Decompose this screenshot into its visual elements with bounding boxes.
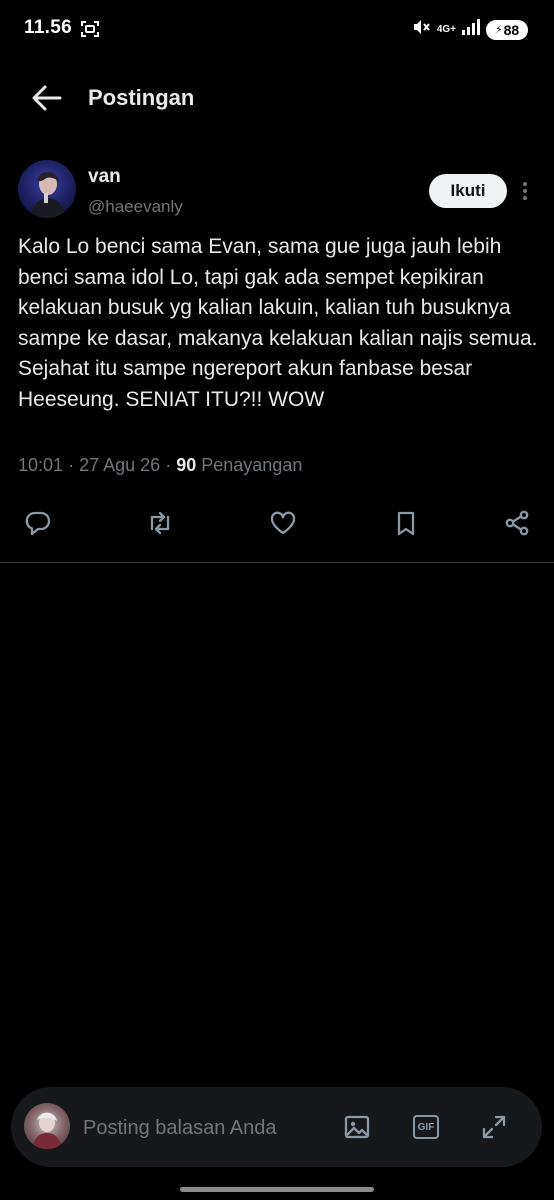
signal-icon <box>462 19 480 40</box>
screen: 11.56 4G+ ⚡ 88 Postingan van @haeevanly … <box>0 0 554 1200</box>
more-vertical-icon <box>523 182 527 200</box>
avatar-image <box>32 1112 62 1149</box>
share-button[interactable] <box>499 505 535 541</box>
status-icons: 4G+ ⚡ 88 <box>411 17 528 42</box>
avatar-image <box>30 172 66 218</box>
reply-bar: GIF <box>11 1087 542 1167</box>
meta-separator: · <box>68 455 75 475</box>
charging-icon: ⚡ <box>494 24 503 36</box>
add-image-button[interactable] <box>341 1111 373 1143</box>
bookmark-icon <box>397 511 415 536</box>
screenshot-icon <box>80 19 100 44</box>
reply-input[interactable] <box>81 1113 335 1143</box>
meta-separator: · <box>165 455 172 475</box>
battery-indicator: ⚡ 88 <box>486 19 528 40</box>
post-actions <box>0 505 554 541</box>
author-avatar[interactable] <box>18 160 76 218</box>
more-options-button[interactable] <box>516 178 534 204</box>
heart-icon <box>270 511 296 535</box>
page-title: Postingan <box>88 85 195 110</box>
post-meta: 10:01 · 27 Agu 26 · 90 Penayangan <box>18 455 302 476</box>
status-time: 11.56 <box>24 17 72 38</box>
bookmark-button[interactable] <box>388 505 424 541</box>
share-icon <box>505 510 529 536</box>
post-time: 10:01 <box>18 455 64 475</box>
repost-button[interactable] <box>142 505 178 541</box>
like-button[interactable] <box>265 505 301 541</box>
reply-icon <box>25 511 51 536</box>
repost-icon <box>150 511 170 535</box>
arrow-left-icon <box>32 85 62 111</box>
gif-icon: GIF <box>413 1115 439 1139</box>
header: Postingan <box>0 66 554 130</box>
reply-button[interactable] <box>20 505 56 541</box>
post-date: 27 Agu 26 <box>79 455 161 475</box>
home-indicator[interactable] <box>180 1187 374 1192</box>
views-count: 90 <box>176 455 197 475</box>
author-name[interactable]: van <box>88 166 121 188</box>
expand-icon <box>482 1115 506 1139</box>
follow-button[interactable]: Ikuti <box>429 174 507 208</box>
divider <box>0 562 554 563</box>
network-type: 4G+ <box>436 23 456 35</box>
my-avatar <box>24 1103 70 1149</box>
mute-icon <box>411 17 431 42</box>
status-bar: 11.56 4G+ ⚡ 88 <box>0 0 554 60</box>
author-handle[interactable]: @haeevanly <box>88 197 183 217</box>
image-icon <box>344 1115 370 1139</box>
expand-button[interactable] <box>478 1111 510 1143</box>
back-button[interactable] <box>30 84 64 112</box>
post-text: Kalo Lo benci sama Evan, sama gue juga j… <box>18 235 544 411</box>
views-label: Penayangan <box>201 455 303 475</box>
battery-level: 88 <box>503 21 520 38</box>
add-gif-button[interactable]: GIF <box>410 1111 442 1143</box>
